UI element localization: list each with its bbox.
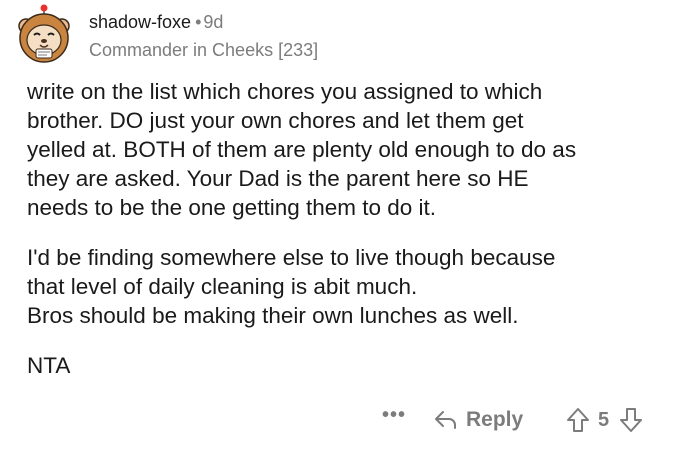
upvote-arrow-icon[interactable] [566,407,590,433]
hamster-avatar-icon[interactable] [14,4,74,64]
comment-body: write on the list which chores you assig… [27,77,687,401]
username-link[interactable]: shadow-foxe [89,12,191,32]
comment-age: 9d [203,12,224,32]
comment-paragraph-1: write on the list which chores you assig… [27,79,577,220]
vote-score: 5 [598,408,610,431]
meta-separator: • [195,12,202,32]
comment-paragraph-3: NTA [27,353,71,378]
author-line: shadow-foxe • 9d [89,10,223,34]
comment: shadow-foxe • 9d Commander in Cheeks [233]… [0,0,700,450]
reply-arrow-icon [435,411,456,429]
user-flair: Commander in Cheeks [233] [89,40,319,60]
reply-button[interactable]: Reply [434,404,523,436]
comment-actions: ••• Reply 5 [0,400,700,440]
vote-controls: 5 [566,404,643,436]
downvote-arrow-icon[interactable] [619,407,643,433]
more-options-button[interactable]: ••• [382,404,406,427]
reply-label: Reply [466,408,524,431]
comment-paragraph-2: I'd be finding somewhere else to live th… [27,245,556,328]
